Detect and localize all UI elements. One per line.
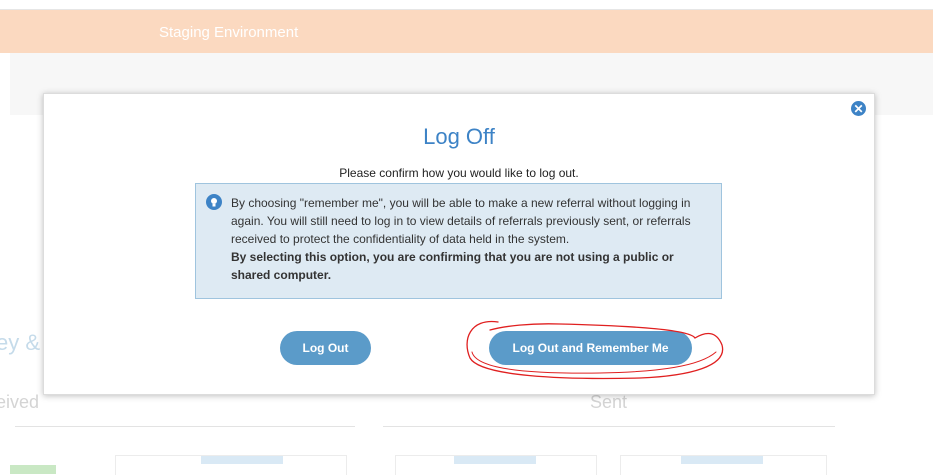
log-off-dialog: ✕ Log Off Please confirm how you would l… [43,93,875,395]
background-section-title: ey & [0,330,41,355]
lightbulb-icon [206,194,222,210]
background-card-chip [681,456,763,464]
dialog-title: Log Off [423,124,495,149]
environment-banner: Staging Environment [0,10,933,53]
background-badge [10,465,56,474]
divider [383,426,835,427]
background-card-chip [201,456,283,464]
log-out-button[interactable]: Log Out [280,331,371,365]
log-out-remember-button[interactable]: Log Out and Remember Me [489,331,692,365]
info-text-block: By choosing "remember me", you will be a… [231,194,716,284]
dialog-subtitle: Please confirm how you would like to log… [339,166,579,180]
background-card [115,455,347,475]
info-text: By choosing "remember me", you will be a… [231,196,691,246]
background-card [395,455,597,475]
background-card-chip [454,456,536,464]
info-box: By choosing "remember me", you will be a… [195,183,722,299]
background-received-label: eived [0,392,40,412]
close-icon[interactable]: ✕ [851,101,866,116]
top-line [0,0,933,10]
background-card [620,455,827,475]
banner-text: Staging Environment [159,24,299,41]
background-sent-label: Sent [590,392,628,412]
divider [15,426,355,427]
info-bold-text: By selecting this option, you are confir… [231,250,674,282]
